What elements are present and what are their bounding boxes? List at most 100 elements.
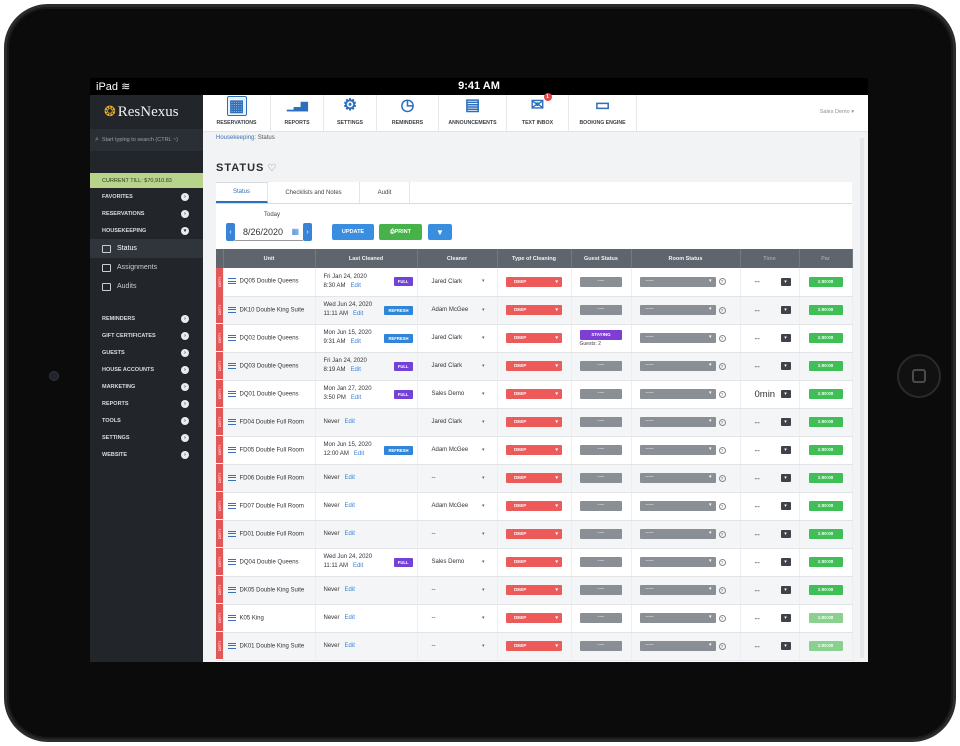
room-status-select[interactable]: ----- — [639, 445, 716, 455]
column-header-guest-status[interactable]: Guest Status — [571, 249, 632, 268]
room-status-select[interactable]: ----- — [639, 276, 716, 287]
dirty-status-badge[interactable]: DIRTY — [216, 352, 223, 380]
filter-button[interactable]: ▼ — [428, 224, 452, 240]
guest-status-badge[interactable]: ---- — [580, 276, 622, 287]
dirty-status-badge[interactable]: DIRTY — [216, 268, 223, 296]
next-day-button[interactable]: › — [303, 223, 312, 241]
edit-link[interactable]: Edit — [345, 587, 355, 593]
room-status-select[interactable]: ----- — [639, 305, 716, 315]
help-icon[interactable]: ? — [718, 558, 726, 566]
page-scrollbar[interactable] — [860, 138, 864, 658]
cleaning-type-select[interactable]: DEEP — [506, 305, 562, 315]
edit-link[interactable]: Edit — [345, 503, 355, 509]
menu-icon[interactable] — [227, 390, 236, 397]
menu-icon[interactable] — [227, 362, 236, 369]
unit-name[interactable]: DQ02 Double Queens — [240, 335, 299, 341]
column-header-cleaner[interactable]: Cleaner — [417, 249, 498, 268]
edit-link[interactable]: Edit — [351, 339, 361, 345]
sidebar-search[interactable]: ⌕ Start typing to search (CTRL ~) — [90, 129, 203, 151]
help-icon[interactable]: ? — [718, 530, 726, 538]
nav-settings[interactable]: ⚙ SETTINGS — [324, 95, 377, 131]
sidebar-subitem-audits[interactable]: Audits — [90, 277, 203, 296]
time-dropdown-icon[interactable]: ▾ — [780, 277, 791, 286]
guest-status-badge[interactable]: ---- — [580, 305, 622, 315]
unit-name[interactable]: FD06 Double Full Room — [240, 475, 304, 481]
dirty-status-badge[interactable]: DIRTY — [216, 632, 223, 660]
par-value[interactable]: 1:00:00 — [808, 557, 843, 567]
room-status-select[interactable]: ----- — [639, 557, 716, 567]
sidebar-item-gift-certificates[interactable]: GIFT CERTIFICATES › — [90, 327, 203, 344]
edit-link[interactable]: Edit — [345, 615, 355, 621]
cleaning-type-select[interactable]: DEEP — [506, 417, 562, 427]
room-status-select[interactable]: ----- — [639, 501, 716, 511]
guest-status-badge[interactable]: ---- — [580, 417, 622, 427]
dirty-status-badge[interactable]: DIRTY — [216, 576, 223, 604]
par-value[interactable]: 1:00:00 — [808, 276, 843, 287]
menu-icon[interactable] — [227, 530, 236, 537]
help-icon[interactable]: ? — [718, 586, 726, 594]
cleaning-type-select[interactable]: DEEP — [506, 613, 562, 623]
time-dropdown-icon[interactable]: ▾ — [780, 502, 791, 510]
menu-icon[interactable] — [227, 558, 236, 565]
cleaner-select[interactable]: Adam McGee ▾ — [417, 436, 498, 465]
cleaning-type-select[interactable]: DEEP — [506, 276, 562, 287]
par-value[interactable]: 1:00:00 — [808, 389, 843, 399]
cleaning-type-select[interactable]: DEEP — [506, 529, 562, 539]
par-value[interactable]: 1:00:00 — [808, 473, 843, 483]
tab-status[interactable]: Status — [216, 182, 268, 203]
column-header-par[interactable]: Par — [799, 249, 853, 268]
help-icon[interactable]: ? — [718, 614, 726, 622]
cleaner-select[interactable]: Jared Clark ▾ — [417, 352, 498, 381]
favorite-heart-icon[interactable]: ♡ — [267, 163, 277, 174]
help-icon[interactable]: ? — [718, 334, 726, 342]
cleaner-select[interactable]: -- ▾ — [417, 576, 498, 605]
room-status-select[interactable]: ----- — [639, 613, 716, 623]
menu-icon[interactable] — [227, 474, 236, 481]
dirty-status-badge[interactable]: DIRTY — [216, 604, 223, 632]
sidebar-item-favorites[interactable]: FAVORITES › — [90, 188, 203, 205]
nav-reports[interactable]: ▁▃▇ REPORTS — [271, 95, 324, 131]
par-value[interactable]: 1:00:00 — [808, 613, 843, 623]
cleaner-select[interactable]: Jared Clark ▾ — [417, 408, 498, 437]
menu-icon[interactable] — [227, 306, 236, 313]
help-icon[interactable]: ? — [718, 306, 726, 314]
menu-icon[interactable] — [227, 502, 236, 509]
nav-text-inbox[interactable]: ✉ 1 TEXT INBOX — [507, 93, 569, 131]
unit-name[interactable]: FD05 Double Full Room — [240, 447, 304, 453]
sidebar-item-website[interactable]: WEBSITE › — [90, 446, 203, 463]
dirty-status-badge[interactable]: DIRTY — [216, 520, 223, 548]
edit-link[interactable]: Edit — [354, 451, 364, 457]
time-dropdown-icon[interactable]: ▾ — [780, 306, 791, 314]
unit-name[interactable]: FD07 Double Full Room — [240, 503, 304, 509]
cleaner-select[interactable]: Adam McGee ▾ — [417, 492, 498, 521]
cleaning-type-select[interactable]: DEEP — [506, 361, 562, 371]
time-dropdown-icon[interactable]: ▾ — [780, 586, 791, 594]
edit-link[interactable]: Edit — [351, 395, 361, 401]
column-header-last-cleaned[interactable]: Last Cleaned — [315, 249, 418, 268]
guest-status-badge[interactable]: ---- — [580, 361, 622, 371]
help-icon[interactable]: ? — [718, 362, 726, 370]
cleaning-type-select[interactable]: DEEP — [506, 501, 562, 511]
guest-status-badge[interactable]: ---- — [580, 473, 622, 483]
time-dropdown-icon[interactable]: ▾ — [780, 390, 791, 398]
menu-icon[interactable] — [227, 586, 236, 593]
help-icon[interactable]: ? — [718, 390, 726, 398]
cleaner-select[interactable]: -- ▾ — [417, 464, 498, 493]
unit-name[interactable]: FD01 Double Full Room — [240, 531, 304, 537]
unit-name[interactable]: K05 King — [240, 615, 264, 621]
edit-link[interactable]: Edit — [345, 643, 355, 649]
room-status-select[interactable]: ----- — [639, 417, 716, 427]
edit-link[interactable]: Edit — [351, 283, 361, 289]
cleaner-select[interactable]: -- ▾ — [417, 520, 498, 549]
help-icon[interactable]: ? — [718, 642, 726, 650]
sidebar-item-house-accounts[interactable]: HOUSE ACCOUNTS › — [90, 361, 203, 378]
cleaner-select[interactable]: Jared Clark ▾ — [417, 268, 498, 297]
time-dropdown-icon[interactable]: ▾ — [780, 474, 791, 482]
par-value[interactable]: 1:00:00 — [808, 417, 843, 427]
unit-name[interactable]: DQ05 Double Queens — [240, 279, 299, 285]
unit-name[interactable]: DK01 Double King Suite — [240, 643, 305, 649]
cleaner-select[interactable]: Adam McGee ▾ — [417, 296, 498, 325]
room-status-select[interactable]: ----- — [639, 529, 716, 539]
cleaning-type-select[interactable]: DEEP — [506, 333, 562, 343]
date-input[interactable]: 8/26/2020 ▦ — [235, 223, 303, 241]
